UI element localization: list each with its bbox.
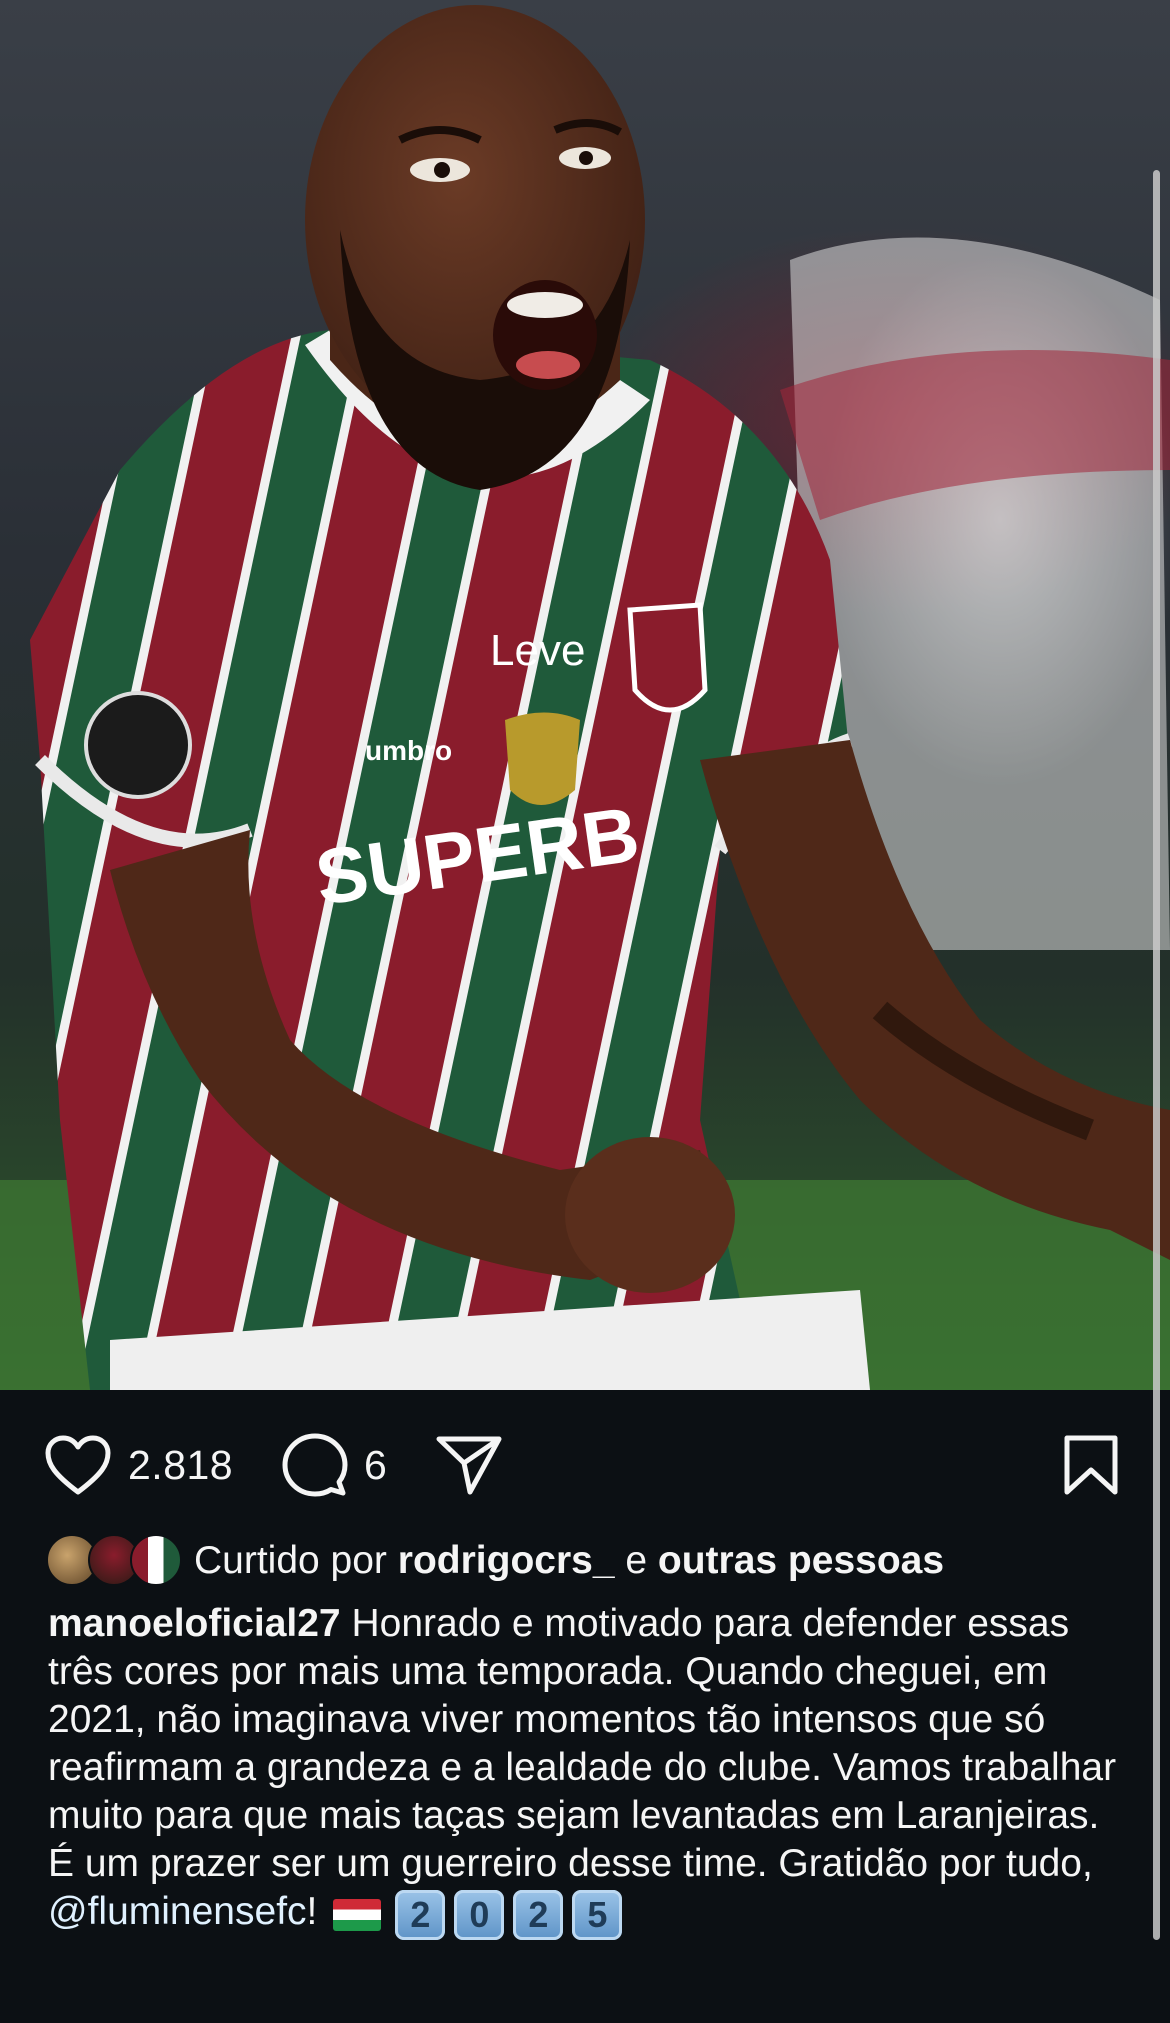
share-button[interactable]	[435, 1430, 503, 1500]
heart-icon	[44, 1434, 112, 1496]
player-illustration: SUPERB umbro Leve	[0, 5, 1170, 1390]
post-caption: manoeloficial27 Honrado e motivado para …	[48, 1600, 1118, 1940]
liked-by-and: e	[625, 1539, 648, 1582]
scrollbar[interactable]	[1153, 170, 1160, 1940]
post-actions-bar: 2.818 6	[0, 1390, 1170, 1540]
caption-mention[interactable]: @fluminensefc	[48, 1890, 307, 1933]
comments-count[interactable]: 6	[364, 1442, 387, 1489]
caption-mention-suffix: !	[306, 1890, 318, 1933]
liked-by-others-link[interactable]: outras pessoas	[658, 1539, 944, 1583]
avatar[interactable]	[130, 1534, 182, 1586]
keycap-digit: 0	[454, 1890, 505, 1940]
caption-username[interactable]: manoeloficial27	[48, 1602, 341, 1645]
instagram-post: SUPERB umbro Leve 2.818 6 Curtido por ro…	[0, 0, 1170, 2023]
liker-avatars[interactable]	[46, 1532, 182, 1590]
caption-emoji-row: 2025	[317, 1890, 631, 1940]
like-button[interactable]: 2.818	[44, 1430, 233, 1500]
paper-plane-icon	[435, 1434, 503, 1496]
comment-button[interactable]: 6	[282, 1430, 387, 1500]
liked-by-username[interactable]: rodrigocrs_	[398, 1539, 615, 1583]
svg-text:Leve: Leve	[490, 626, 585, 675]
post-photo[interactable]: SUPERB umbro Leve	[0, 0, 1170, 1390]
bookmark-icon	[1062, 1434, 1120, 1496]
likes-count[interactable]: 2.818	[128, 1442, 233, 1489]
liked-by-prefix: Curtido por	[194, 1539, 387, 1582]
flag-icon	[333, 1899, 382, 1931]
liked-by-row[interactable]: Curtido por rodrigocrs_ e outras pessoas	[46, 1532, 944, 1590]
keycap-digit: 5	[572, 1890, 623, 1940]
keycap-digit: 2	[513, 1890, 564, 1940]
save-button[interactable]	[1062, 1430, 1120, 1500]
keycap-digit: 2	[395, 1890, 446, 1940]
svg-text:umbro: umbro	[365, 735, 452, 766]
comment-bubble-icon	[282, 1432, 348, 1498]
